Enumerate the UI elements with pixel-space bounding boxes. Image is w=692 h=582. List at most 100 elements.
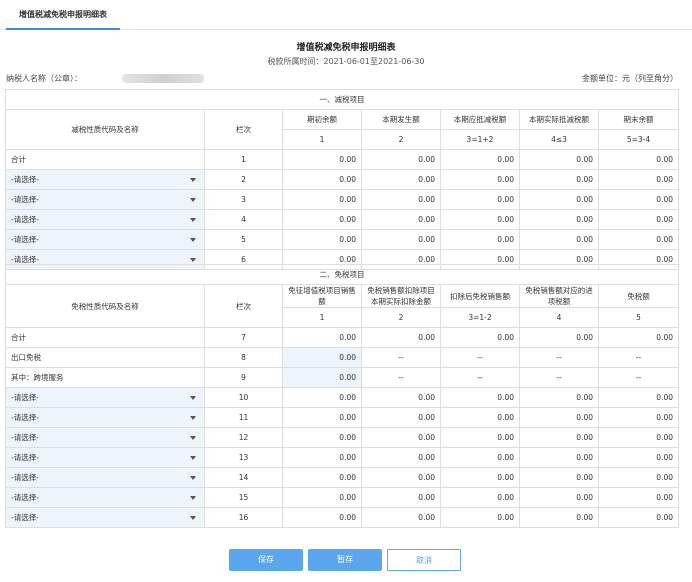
amount-cell[interactable]: 0.00 [282, 427, 362, 448]
amount-cell[interactable]: 0.00 [440, 467, 520, 488]
amount-cell[interactable]: 0.00 [361, 387, 441, 408]
select-placeholder: -请选择- [11, 453, 39, 462]
amount-cell[interactable]: 0.00 [519, 467, 599, 488]
amount-cell[interactable]: 0.00 [598, 427, 679, 448]
amount-cell[interactable]: 0.00 [282, 407, 362, 428]
chevron-down-icon [190, 257, 196, 262]
amount-cell[interactable]: 0.00 [440, 487, 520, 508]
col-header: 扣除后免税销售额 [440, 284, 520, 308]
amount-cell[interactable]: 0.00 [361, 487, 441, 508]
amount-cell[interactable]: 0.00 [519, 487, 599, 508]
nature-code-select[interactable]: -请选择- [5, 467, 205, 488]
amount-cell[interactable]: 0.00 [282, 507, 362, 528]
amount-cell[interactable]: 0.00 [282, 209, 362, 230]
amount-cell[interactable]: 0.00 [282, 387, 362, 408]
amount-cell[interactable]: 0.00 [519, 507, 599, 528]
amount-cell[interactable]: 0.00 [598, 467, 679, 488]
amount-cell[interactable]: 0.00 [598, 487, 679, 508]
amount-cell[interactable]: 0.00 [440, 407, 520, 428]
amount-cell[interactable]: 0.00 [519, 387, 599, 408]
amount-cell[interactable]: 0.00 [440, 387, 520, 408]
amount-cell[interactable]: 0.00 [282, 467, 362, 488]
line-number: 2 [204, 169, 283, 190]
amount-cell[interactable]: 0.00 [519, 189, 599, 210]
amount-cell[interactable]: 0.00 [282, 229, 362, 250]
tax-period: 税款所属时间：2021-06-01至2021-06-30 [267, 57, 425, 66]
na-cell: -- [598, 367, 679, 388]
amount-input[interactable]: 0.00 [282, 367, 362, 388]
chevron-down-icon [190, 415, 196, 420]
amount-cell[interactable]: 0.00 [440, 427, 520, 448]
nature-code-select[interactable]: -请选择- [5, 169, 205, 190]
amount-cell[interactable]: 0.00 [361, 229, 441, 250]
tab-bar: 增值税减免税申报明细表 [0, 0, 692, 30]
amount-cell[interactable]: 0.00 [440, 169, 520, 190]
amount-cell[interactable]: 0.00 [282, 169, 362, 190]
amount-cell[interactable]: 0.00 [282, 487, 362, 508]
table-row: -请选择- 2 0.00 0.00 0.00 0.00 0.00 [5, 169, 679, 190]
amount-cell[interactable]: 0.00 [598, 229, 679, 250]
section-title-row: 二、免税项目 [5, 264, 679, 285]
nature-code-select[interactable]: -请选择- [5, 189, 205, 210]
table-row: -请选择- 14 0.00 0.00 0.00 0.00 0.00 [5, 467, 679, 488]
amount-cell[interactable]: 0.00 [282, 447, 362, 468]
amount-cell[interactable]: 0.00 [519, 209, 599, 230]
amount-cell[interactable]: 0.00 [519, 407, 599, 428]
amount-cell[interactable]: 0.00 [440, 189, 520, 210]
amount-cell[interactable]: 0.00 [598, 407, 679, 428]
amount-cell[interactable]: 0.00 [440, 229, 520, 250]
amount-cell[interactable]: 0.00 [361, 407, 441, 428]
nature-code-select[interactable]: -请选择- [5, 427, 205, 448]
tab-vat-reduction-detail[interactable]: 增值税减免税申报明细表 [6, 0, 120, 30]
amount-cell: 0.00 [598, 149, 679, 170]
select-placeholder: -请选择- [11, 215, 39, 224]
stage-button[interactable]: 暂存 [308, 549, 382, 571]
amount-cell[interactable]: 0.00 [440, 209, 520, 230]
amount-cell[interactable]: 0.00 [361, 427, 441, 448]
amount-cell[interactable]: 0.00 [282, 189, 362, 210]
amount-cell[interactable]: 0.00 [519, 427, 599, 448]
nature-code-select[interactable]: -请选择- [5, 387, 205, 408]
nature-code-select[interactable]: -请选择- [5, 447, 205, 468]
nature-code-select[interactable]: -请选择- [5, 487, 205, 508]
line-number: 16 [204, 507, 283, 528]
header-row: 免税性质代码及名称 栏次 免征增值税项目销售额 免税销售额扣除项目本期实际扣除金额 扣除… [5, 284, 679, 328]
amount-cell[interactable]: 0.00 [598, 169, 679, 190]
amount-cell[interactable]: 0.00 [361, 169, 441, 190]
nature-code-select[interactable]: -请选择- [5, 209, 205, 230]
amount-cell[interactable]: 0.00 [440, 447, 520, 468]
amount-cell[interactable]: 0.00 [598, 387, 679, 408]
amount-cell[interactable]: 0.00 [598, 507, 679, 528]
amount-cell[interactable]: 0.00 [361, 467, 441, 488]
nature-code-select[interactable]: -请选择- [5, 229, 205, 250]
col-header: 期初余额 [282, 109, 362, 130]
amount-cell[interactable]: 0.00 [519, 229, 599, 250]
amount-cell[interactable]: 0.00 [361, 447, 441, 468]
col-header: 本期实际抵减税额 [519, 109, 599, 130]
amount-cell[interactable]: 0.00 [361, 189, 441, 210]
col-header: 免征增值税项目销售额 [282, 284, 362, 308]
amount-cell[interactable]: 0.00 [598, 189, 679, 210]
line-number: 8 [204, 347, 283, 368]
amount-cell[interactable]: 0.00 [598, 209, 679, 230]
amount-cell: 0.00 [440, 149, 520, 170]
nature-code-select[interactable]: -请选择- [5, 507, 205, 528]
amount-cell[interactable]: 0.00 [361, 209, 441, 230]
amount-cell[interactable]: 0.00 [519, 169, 599, 190]
table-row: -请选择- 3 0.00 0.00 0.00 0.00 0.00 [5, 189, 679, 210]
chevron-down-icon [190, 217, 196, 222]
amount-input[interactable]: 0.00 [282, 347, 362, 368]
amount-cell[interactable]: 0.00 [440, 507, 520, 528]
amount-cell[interactable]: 0.00 [598, 447, 679, 468]
select-placeholder: -请选择- [11, 175, 39, 184]
amount-cell: 0.00 [361, 327, 441, 348]
amount-cell[interactable]: 0.00 [361, 507, 441, 528]
amount-cell[interactable]: 0.00 [519, 447, 599, 468]
cancel-button[interactable]: 取消 [387, 549, 461, 571]
save-button[interactable]: 保存 [229, 549, 303, 571]
amount-cell: 0.00 [519, 149, 599, 170]
line-number: 13 [204, 447, 283, 468]
line-number: 14 [204, 467, 283, 488]
table-row: -请选择- 16 0.00 0.00 0.00 0.00 0.00 [5, 507, 679, 528]
nature-code-select[interactable]: -请选择- [5, 407, 205, 428]
